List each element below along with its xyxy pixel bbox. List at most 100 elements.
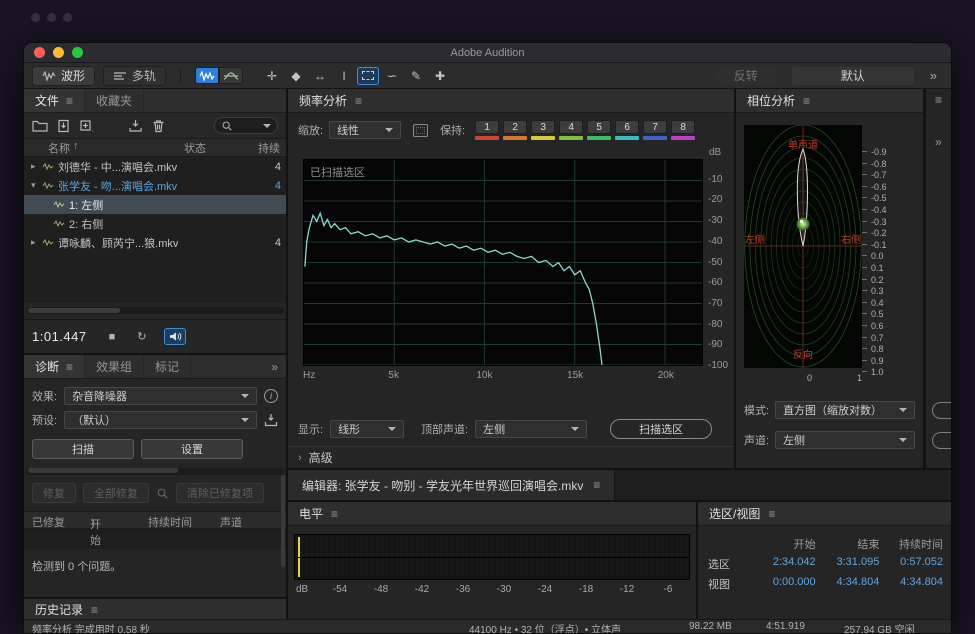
multitrack-mode-button[interactable]: 多轨 [103, 66, 166, 86]
clear-repaired-button[interactable]: 清除已修复项 [176, 483, 264, 503]
display-select[interactable]: 线形 [330, 420, 404, 438]
time-selection-tool[interactable]: I [333, 67, 355, 85]
clipped-button[interactable] [932, 432, 952, 449]
close-button[interactable] [34, 47, 45, 58]
top-channel-select[interactable]: 左侧 [475, 420, 587, 438]
search-input[interactable] [214, 117, 278, 134]
expand-icon[interactable]: ▸ [31, 161, 42, 172]
channel-select[interactable]: 左侧 [775, 431, 915, 449]
file-row[interactable]: ▸ 刘德华 - 中...演唱会.mkv 4 [24, 157, 286, 176]
trash-icon[interactable] [151, 119, 166, 133]
view-start-value[interactable]: 0:00.000 [752, 576, 816, 592]
info-icon[interactable]: i [264, 389, 278, 403]
settings-button[interactable]: 设置 [141, 439, 243, 459]
frequency-graph[interactable]: 已扫描选区 [303, 159, 703, 366]
advanced-section-toggle[interactable]: › 高级 [288, 446, 734, 468]
clipped-button[interactable] [932, 402, 952, 419]
minimize-button[interactable] [53, 47, 64, 58]
open-folder-icon[interactable] [32, 119, 48, 133]
scan-selection-button[interactable]: 扫描选区 [610, 419, 712, 439]
mode-select[interactable]: 直方图（缩放对数） [775, 401, 915, 419]
import-file-icon[interactable] [56, 119, 71, 133]
save-preset-icon[interactable] [264, 413, 278, 427]
frequency-analysis-panel: 频率分析 ≡ 缩放: 线性 保持: 12345678 已扫描选区 dB -10-… [288, 89, 734, 468]
hold-button-8[interactable]: 8 [671, 120, 695, 140]
scrollbar-thumb[interactable] [28, 308, 120, 313]
auto-play-speaker-icon[interactable] [164, 328, 186, 345]
repair-all-button[interactable]: 全部修复 [83, 483, 149, 503]
tab-favorites[interactable]: 收藏夹 [85, 89, 144, 112]
search-scope-caret-icon[interactable] [263, 124, 271, 132]
batch-download-icon[interactable] [128, 119, 143, 133]
panel-overflow-icon[interactable]: » [935, 135, 942, 149]
file-row[interactable]: ▸ 谭咏麟、顾芮宁...狼.mkv 4 [24, 233, 286, 252]
hold-button-5[interactable]: 5 [587, 120, 611, 140]
hold-button-7[interactable]: 7 [643, 120, 667, 140]
waveform-view-icon[interactable] [195, 67, 219, 84]
razor-tool[interactable]: ◆ [285, 67, 307, 85]
expand-icon[interactable]: ▸ [31, 237, 42, 248]
tab-markers[interactable]: 标记 [144, 355, 191, 378]
panel-menu-icon[interactable]: ≡ [935, 93, 942, 107]
new-container-icon[interactable] [79, 119, 94, 133]
lasso-selection-tool[interactable]: ∽ [381, 67, 403, 85]
panel-overflow-icon[interactable]: » [263, 355, 286, 378]
level-meter[interactable] [294, 534, 690, 580]
paintbrush-selection-tool[interactable]: ✎ [405, 67, 427, 85]
waveform-mode-button[interactable]: 波形 [32, 66, 95, 86]
phase-scope[interactable]: 单声道 左侧 右侧 反向 [744, 125, 862, 368]
toolbar-overflow-icon[interactable]: » [930, 68, 937, 83]
view-duration-value[interactable]: 4:34.804 [879, 576, 943, 592]
horizontal-scrollbar[interactable] [26, 307, 284, 314]
selection-duration-value[interactable]: 0:57.052 [879, 556, 943, 572]
vertical-scrollbar[interactable] [281, 475, 285, 567]
problems-list [24, 529, 286, 549]
hold-button-1[interactable]: 1 [475, 120, 499, 140]
spectral-view-icon[interactable] [219, 67, 243, 84]
effect-select[interactable]: 杂音降噪器 [64, 387, 257, 405]
panel-menu-icon[interactable]: ≡ [803, 94, 810, 108]
selection-end-value[interactable]: 3:31.095 [816, 556, 880, 572]
scan-button[interactable]: 扫描 [32, 439, 134, 459]
panel-menu-icon[interactable]: ≡ [331, 507, 338, 521]
repair-button[interactable]: 修复 [32, 483, 76, 503]
selection-start-value[interactable]: 2:34.042 [752, 556, 816, 572]
panel-menu-icon[interactable]: ≡ [355, 94, 362, 108]
panel-menu-icon[interactable]: ≡ [768, 507, 775, 521]
horizontal-scrollbar[interactable] [26, 468, 284, 475]
workspace-button[interactable]: 默认 [792, 67, 914, 85]
spot-healing-brush-tool[interactable]: ✚ [429, 67, 451, 85]
hold-button-6[interactable]: 6 [615, 120, 639, 140]
panel-menu-icon[interactable]: ≡ [66, 360, 73, 374]
move-tool[interactable]: ✛ [261, 67, 283, 85]
zoom-select[interactable]: 线性 [329, 121, 401, 139]
collapse-icon[interactable]: ▾ [31, 180, 42, 191]
file-row[interactable]: ▾ 张学友 - 吻...演唱会.mkv 4 [24, 176, 286, 195]
file-list-header[interactable]: 名称↑ 状态 持续 [24, 139, 286, 157]
tab-files[interactable]: 文件 ≡ [24, 89, 85, 112]
scrollbar-thumb[interactable] [28, 468, 178, 473]
loop-playback-icon[interactable]: ↻ [137, 330, 146, 343]
problems-table-header[interactable]: 已修复 开始↑ 持续时间 声道 [24, 511, 286, 529]
view-end-value[interactable]: 4:34.804 [816, 576, 880, 592]
panel-menu-icon[interactable]: ≡ [66, 94, 73, 108]
editor-tab[interactable]: 编辑器: 张学友 - 吻别 - 学友光年世界巡回演唱会.mkv ≡ [288, 470, 615, 500]
zoom-button[interactable] [72, 47, 83, 58]
magnifier-icon[interactable] [156, 487, 169, 500]
scale-options-icon[interactable] [413, 124, 428, 137]
hold-button-2[interactable]: 2 [503, 120, 527, 140]
panel-menu-icon[interactable]: ≡ [593, 478, 600, 492]
preset-select[interactable]: （默认） [64, 411, 257, 429]
playhead-time: 1:01.447 [32, 329, 87, 344]
hold-button-3[interactable]: 3 [531, 120, 555, 140]
channel-row-selected[interactable]: 1: 左侧 [24, 195, 286, 214]
tab-diagnostics[interactable]: 诊断 ≡ [24, 355, 85, 378]
channel-row[interactable]: 2: 右侧 [24, 214, 286, 233]
invert-button[interactable]: 反转 [716, 67, 776, 85]
hold-button-4[interactable]: 4 [559, 120, 583, 140]
tab-effects-rack[interactable]: 效果组 [85, 355, 144, 378]
panel-menu-icon[interactable]: ≡ [91, 603, 98, 617]
slip-tool[interactable]: ↔ [309, 67, 331, 85]
marquee-selection-tool[interactable] [357, 67, 379, 85]
stop-icon[interactable]: ■ [109, 331, 116, 343]
